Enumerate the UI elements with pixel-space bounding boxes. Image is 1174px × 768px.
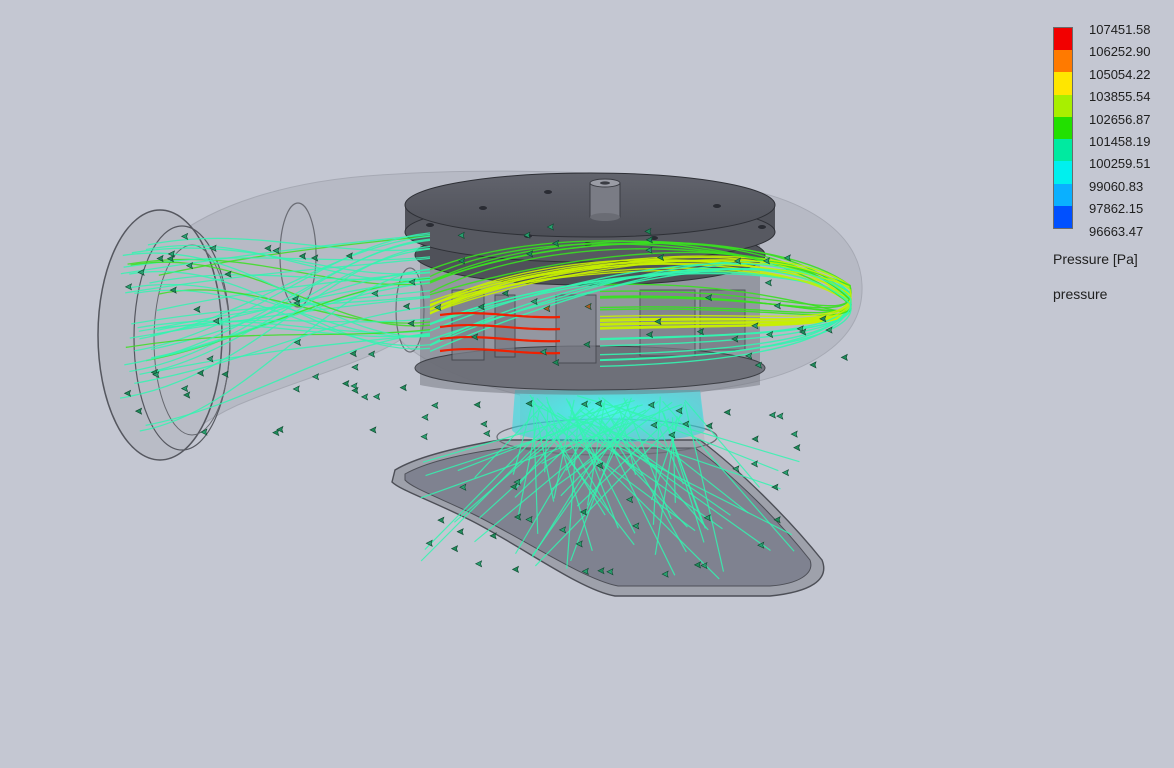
- legend-tick-label: 106252.90: [1089, 44, 1151, 60]
- legend-tick-label: 101458.19: [1089, 134, 1151, 149]
- flow-arrow: [372, 393, 381, 401]
- flow-arrow: [342, 379, 350, 388]
- flow-arrow: [399, 384, 407, 392]
- legend-swatch: [1054, 50, 1072, 73]
- legend-tick-label: 97862.15: [1089, 201, 1144, 217]
- legend-swatch: [1054, 72, 1072, 95]
- flow-arrow: [511, 565, 520, 573]
- flow-arrow: [723, 408, 731, 416]
- flow-arrow: [350, 382, 358, 390]
- legend-subtitle: pressure: [1053, 286, 1108, 302]
- legend-tick-label: 96663.47: [1089, 223, 1144, 239]
- flow-arrow: [450, 545, 459, 553]
- flow-arrow: [790, 430, 798, 438]
- flow-arrow: [489, 532, 497, 540]
- flow-arrow: [840, 353, 848, 361]
- legend-swatch: [1054, 183, 1072, 206]
- legend-tick-label: 102656.87: [1089, 111, 1151, 127]
- legend-tick-label: 103855.54: [1089, 89, 1151, 105]
- flow-arrow: [751, 435, 759, 443]
- flow-arrow: [474, 560, 483, 568]
- flow-arrow: [421, 413, 429, 421]
- legend-tick-label: 107451.58: [1089, 22, 1151, 37]
- legend-swatch: [1054, 205, 1072, 228]
- flow-arrow: [420, 433, 428, 441]
- flow-arrow: [781, 469, 789, 477]
- legend-swatch: [1054, 139, 1072, 162]
- legend-swatch: [1054, 161, 1072, 184]
- flow-arrow: [456, 528, 464, 536]
- flow-arrow: [272, 428, 280, 437]
- flow-arrow: [473, 401, 481, 409]
- legend-title: Pressure [Pa]: [1053, 251, 1138, 267]
- legend-tick-label: 105054.22: [1089, 66, 1151, 82]
- 3d-viewport[interactable]: [0, 0, 1174, 768]
- legend-swatch: [1054, 94, 1072, 117]
- flow-arrow: [771, 483, 779, 491]
- flow-arrow: [292, 385, 300, 393]
- flow-arrow: [360, 393, 369, 401]
- flow-arrow: [369, 426, 377, 434]
- flow-arrow: [437, 516, 445, 524]
- flow-arrow: [351, 363, 359, 371]
- flow-arrow: [480, 420, 488, 428]
- legend-tick-label: 100259.51: [1089, 156, 1151, 172]
- flow-arrow: [776, 412, 784, 420]
- flow-arrow: [351, 386, 359, 395]
- flow-arrow: [483, 429, 491, 438]
- legend-swatch: [1054, 28, 1072, 51]
- legend-color-bar: [1053, 27, 1073, 229]
- flow-arrow: [768, 411, 776, 419]
- flow-arrow: [809, 361, 817, 369]
- legend-tick-label: 99060.83: [1089, 178, 1144, 194]
- flow-arrow: [431, 401, 439, 410]
- flow-arrow: [793, 444, 801, 452]
- legend-swatch: [1054, 116, 1072, 140]
